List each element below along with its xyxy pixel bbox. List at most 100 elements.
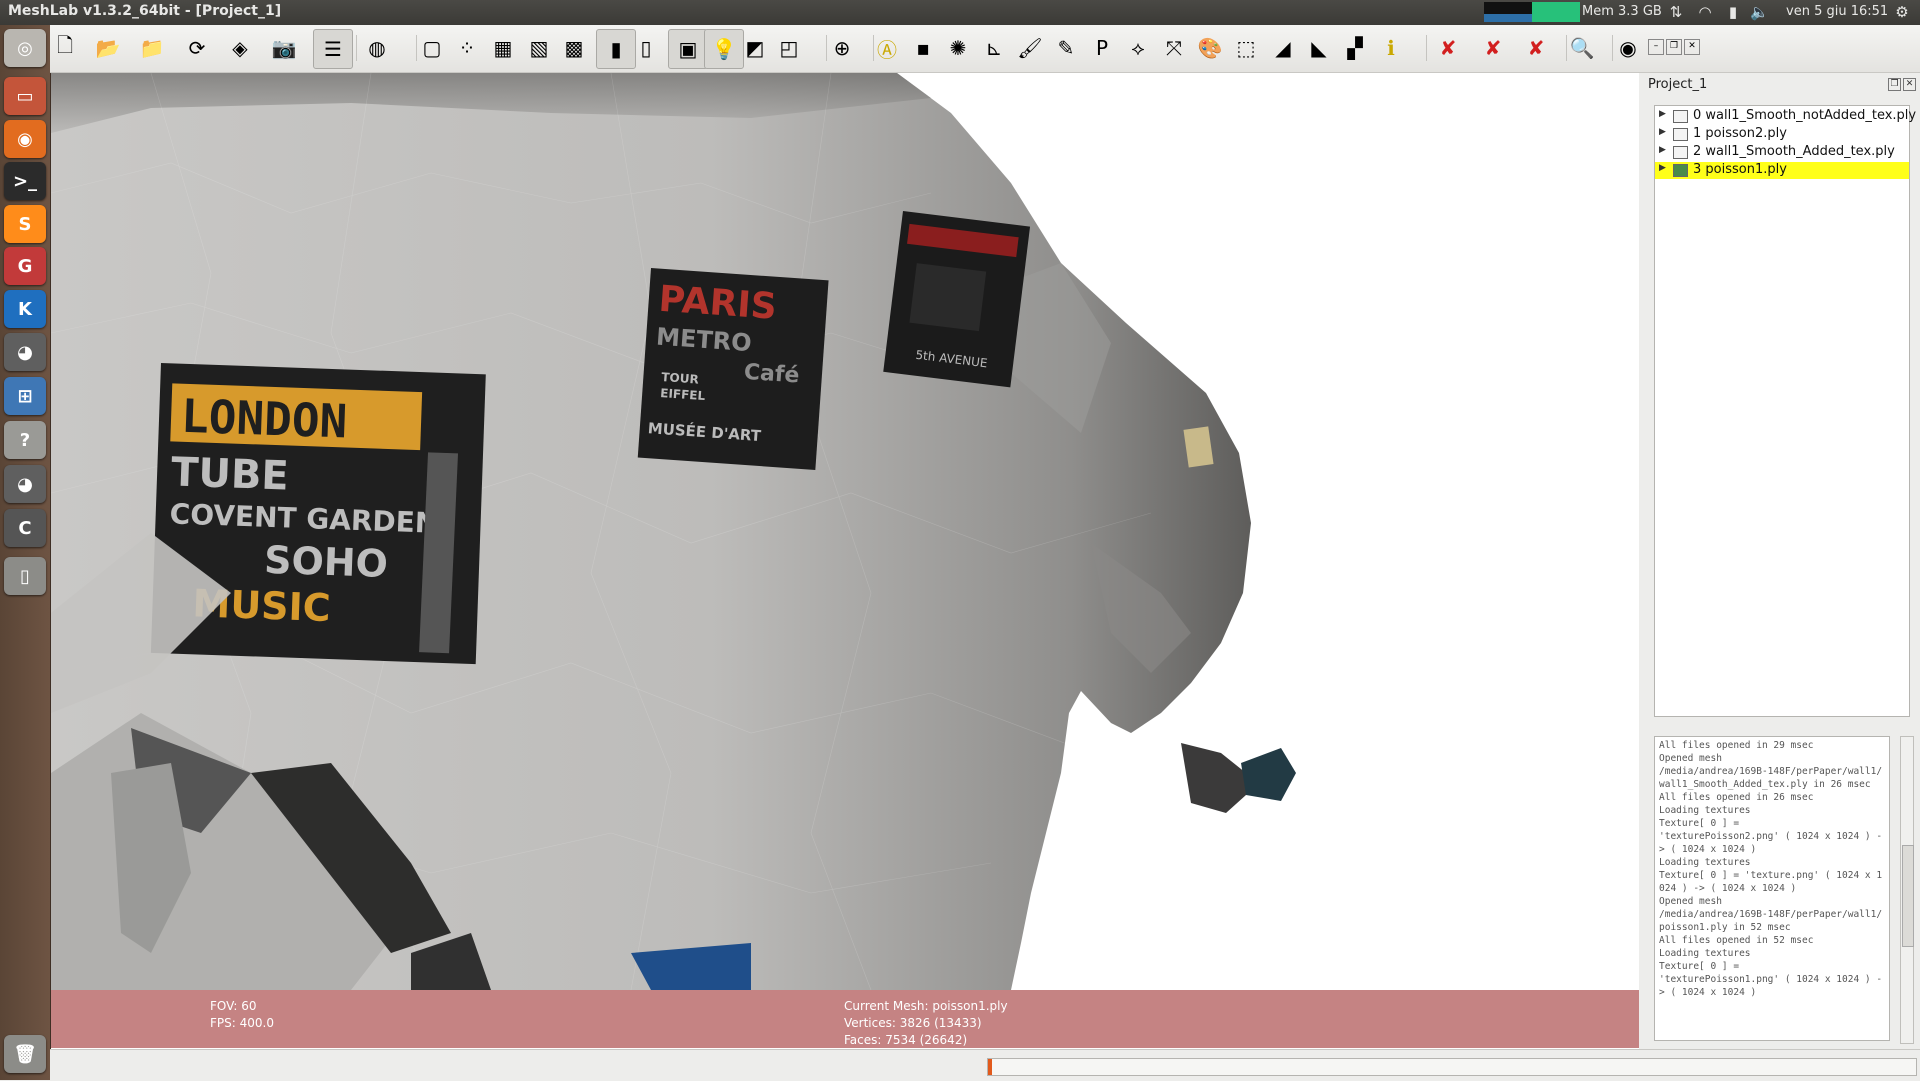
open-project-icon[interactable]: 📂 [94,34,122,62]
trackball-icon[interactable]: ⊕ [828,34,856,62]
eye-toggle-icon[interactable]: ◉ [1614,34,1642,62]
network-icon[interactable]: ⇅ [1667,3,1685,21]
launcher-terminal-icon[interactable]: >_ [4,162,46,200]
delete-verts-icon[interactable]: ✘ [1522,34,1550,62]
pp-icon[interactable]: P [1088,34,1116,62]
snapshot-icon[interactable]: 📷 [270,34,298,62]
log-scrollbar[interactable] [1900,736,1914,1044]
dock-title: Project_1 [1648,77,1708,92]
settings-icon[interactable]: ⚙ [1893,3,1911,21]
vertex-paint-icon[interactable]: 🎨 [1196,34,1224,62]
visibility-toggle-icon[interactable] [1673,164,1688,177]
annotate-icon[interactable]: Ⓐ [873,34,901,62]
launcher: ◎ ▭ ◉ >_ S G K ◕ ⊞? ◕ C ▯ 🗑 [0,25,51,1080]
launcher-sublime-text-icon[interactable]: S [4,205,46,243]
launcher-c-app-icon[interactable]: C [4,509,46,547]
memory-indicator[interactable]: Mem 3.3 GB [1582,4,1662,19]
launcher-eye-app-icon[interactable]: ◕ [4,333,46,371]
brush-icon[interactable]: ✎ [1052,34,1080,62]
dock-float-button[interactable]: ❐ [1888,78,1901,91]
status-bar [50,1049,1920,1081]
toolbar-separator [1426,35,1427,61]
expand-arrow-icon[interactable]: ▶ [1659,163,1666,173]
rasterize-icon[interactable]: ▞ [1341,34,1369,62]
search-icon[interactable]: 🔍 [1568,34,1596,62]
launcher-eye-app-2-icon[interactable]: ◕ [4,465,46,503]
expand-arrow-icon[interactable]: ▶ [1659,127,1666,137]
light-icon[interactable]: 💡 [704,29,744,69]
layers-icon[interactable]: ☰ [313,29,353,69]
layer-label: 3 poisson1.ply [1693,162,1787,177]
ao-icon[interactable]: ✺ [944,34,972,62]
layer-row[interactable]: ▶ 0 wall1_Smooth_notAdded_tex.ply [1655,108,1916,125]
select-faces-icon[interactable]: ◢ [1269,34,1297,62]
layer-row[interactable]: ▶ 2 wall1_Smooth_Added_tex.ply [1655,144,1909,161]
flatlines-icon[interactable]: ▩ [560,34,588,62]
delete-faces-icon[interactable]: ✘ [1434,34,1462,62]
select-verts-icon[interactable]: ◣ [1305,34,1333,62]
toolbar-separator [1566,35,1567,61]
save-icon[interactable]: ◈ [226,34,254,62]
colorful-icon[interactable]: ◰ [775,34,803,62]
toolbar-separator [826,35,827,61]
poster-paris-side: Café [743,360,800,389]
launcher-gimp-like-icon[interactable]: G [4,247,46,285]
align-icon[interactable]: ⟡ [1124,34,1152,62]
clock[interactable]: ven 5 giu 16:51 [1786,4,1888,19]
wireframe-icon[interactable]: ▦ [489,34,517,62]
restore-button[interactable]: ❐ [1666,39,1682,55]
poster-london-title: LONDON [180,389,348,449]
hiddenlines-icon[interactable]: ▧ [525,34,553,62]
dock-close-button[interactable]: ✕ [1903,78,1916,91]
launcher-dash-home-icon[interactable]: ◎ [4,29,46,67]
launcher-library-icon[interactable]: ⊞ [4,377,46,415]
faces-label: Faces: 7534 (26642) [844,1033,968,1047]
launcher-kdevelop-icon[interactable]: K [4,290,46,328]
system-monitor-graph[interactable] [1484,2,1580,22]
launcher-unknown-app-icon[interactable]: ? [4,421,46,459]
delete-faces-verts-icon[interactable]: ✘ [1479,34,1507,62]
volume-icon[interactable]: 🔈 [1750,3,1769,21]
points-icon[interactable]: ⁘ [453,34,481,62]
launcher-trash-icon[interactable]: 🗑 [4,1035,46,1073]
smooth-icon[interactable]: ▯ [632,34,660,62]
layer-row[interactable]: ▶ 1 poisson2.ply [1655,126,1909,143]
3d-viewport[interactable]: LONDON TUBE COVENT GARDEN SOHO MUSIC PAR… [51,73,1639,1049]
sphere-icon[interactable]: ◍ [363,34,391,62]
minimize-button[interactable]: – [1648,39,1664,55]
layer-label: 1 poisson2.ply [1693,126,1787,141]
visibility-toggle-icon[interactable] [1673,128,1688,141]
visibility-toggle-icon[interactable] [1673,146,1688,159]
launcher-files-icon[interactable]: ▭ [4,77,46,115]
layer-list: ▶ 0 wall1_Smooth_notAdded_tex.ply ▶ 1 poiss… [1654,105,1916,717]
wifi-icon[interactable]: ◠ [1696,3,1714,21]
expand-arrow-icon[interactable]: ▶ [1659,145,1666,155]
top-panel: MeshLab v1.3.2_64bit - [Project_1] Mem 3… [0,0,1920,25]
visibility-toggle-icon[interactable] [1673,110,1688,123]
info-icon[interactable]: ℹ [1377,34,1405,62]
import-mesh-icon[interactable]: 📁 [138,34,166,62]
flat-icon[interactable]: ▮ [596,29,636,69]
axes-icon[interactable]: ⊾ [980,34,1008,62]
scroll-thumb[interactable] [1902,845,1914,947]
expand-arrow-icon[interactable]: ▶ [1659,109,1666,119]
fov-label: FOV: 60 [210,999,257,1013]
launcher-usb-drive-icon[interactable]: ▯ [4,557,46,595]
toolbar-separator [1612,35,1613,61]
layer-row[interactable]: ▶ 3 poisson1.ply [1655,162,1909,179]
toolbar-separator [416,35,417,61]
close-button[interactable]: ✕ [1684,39,1700,55]
launcher-firefox-icon[interactable]: ◉ [4,120,46,158]
battery-icon[interactable]: ▮ [1724,3,1742,21]
shader-icon[interactable]: ▪ [909,34,937,62]
paint-icon[interactable]: 🖌 [1016,34,1044,62]
backface-icon[interactable]: ◩ [741,34,769,62]
measure-icon[interactable]: ⤧ [1160,34,1188,62]
texture-icon[interactable]: ▣ [668,29,708,69]
progress-bar [987,1058,1917,1076]
reload-icon[interactable]: ⟳ [183,34,211,62]
bbox-icon[interactable]: ▢ [418,34,446,62]
select-icon[interactable]: ⬚ [1232,34,1260,62]
poster-paris-line3: TOUR [661,370,699,387]
new-project-icon[interactable]: 🗋 [51,33,79,62]
